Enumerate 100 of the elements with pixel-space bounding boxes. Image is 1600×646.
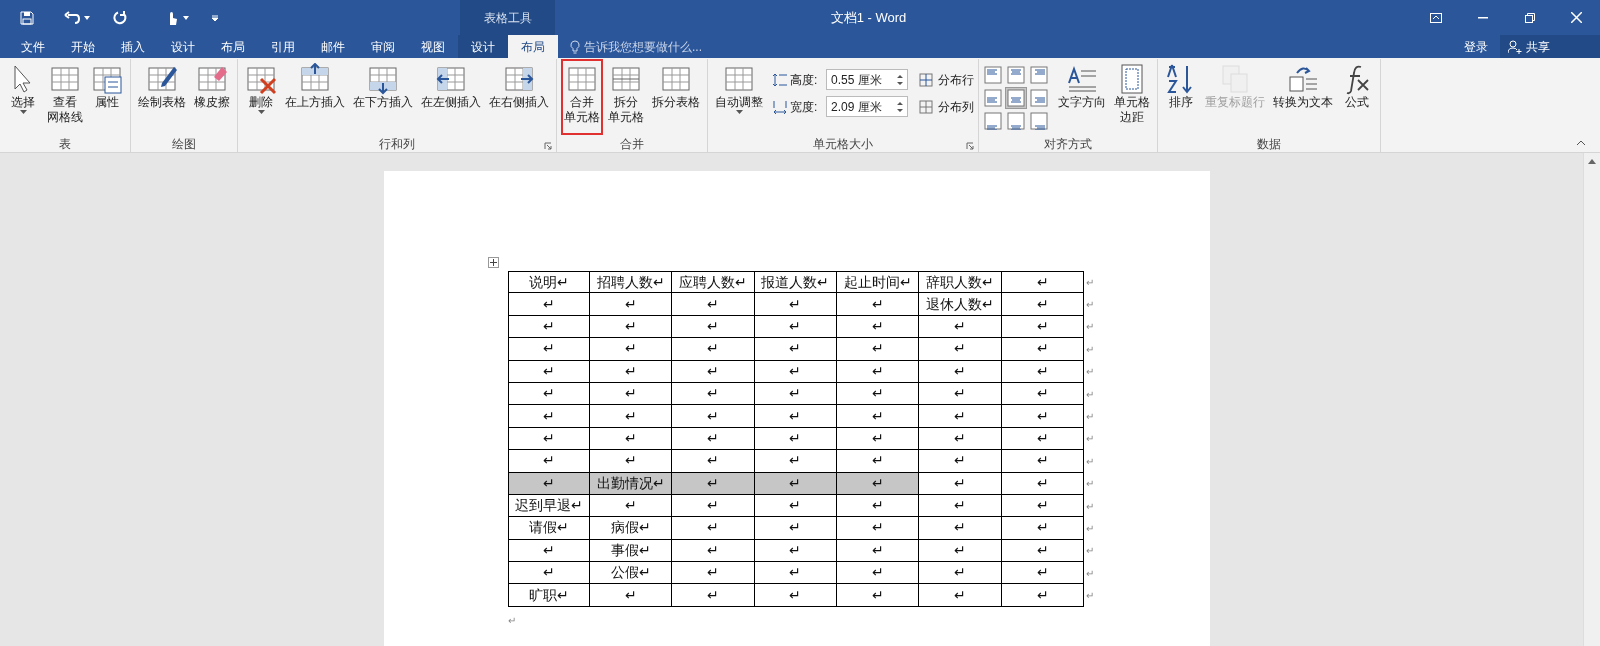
align-button[interactable] [1006, 88, 1026, 108]
table-cell: ↵ [507, 293, 590, 316]
table-cell: 说明↵ [507, 271, 590, 294]
table-cell: ↵ [837, 539, 920, 563]
ribbon-button[interactable]: 排序 [1162, 59, 1200, 135]
person-add-icon [1508, 39, 1522, 54]
table-cell: ↵ [1001, 584, 1085, 607]
table-cell: ↵ [672, 517, 755, 540]
ribbon-tab[interactable]: 视图 [408, 35, 458, 58]
table-cell: 起止时间↵ [837, 271, 920, 294]
ribbon-button[interactable]: 选择 [4, 59, 42, 135]
table-cell: 公假↵ [589, 562, 673, 585]
table-cell: ↵ [837, 427, 920, 451]
ribbon-tab[interactable]: 文件 [8, 35, 58, 58]
save-icon[interactable] [20, 10, 34, 25]
align-button[interactable] [983, 111, 1003, 131]
column-width-icon [772, 98, 788, 115]
ribbon-tab[interactable]: 设计 [158, 35, 208, 58]
ribbon-button[interactable]: 橡皮擦 [191, 59, 233, 135]
redo-icon[interactable] [112, 10, 127, 25]
row-end-mark: ↵ [1086, 477, 1095, 492]
restore-icon [1524, 12, 1535, 23]
ribbon-button[interactable]: 转换为文本 [1270, 59, 1336, 135]
ribbon-button[interactable]: 公式 [1338, 59, 1376, 135]
scroll-up-icon[interactable] [1588, 159, 1596, 164]
collapse-ribbon-icon[interactable] [1576, 140, 1586, 146]
table-move-handle-icon[interactable] [487, 257, 499, 268]
ribbon-tab[interactable]: 引用 [258, 35, 308, 58]
align-button[interactable] [1006, 111, 1026, 131]
row-end-mark: ↵ [1086, 320, 1095, 335]
align-icon [1030, 66, 1048, 84]
ribbon-button[interactable]: 文字方向 [1055, 59, 1109, 135]
row-end-mark: ↵ [1086, 275, 1095, 290]
table-cell: ↵ [837, 382, 920, 406]
ribbon-button[interactable]: 在上方插入 [282, 59, 348, 135]
table-cell: ↵ [837, 450, 920, 473]
dialog-launcher-icon[interactable] [544, 142, 552, 150]
table-cell: ↵ [837, 562, 920, 585]
tell-me-field[interactable]: 告诉我您想要做什么... [584, 37, 844, 56]
table-cell: ↵ [919, 360, 1002, 383]
sign-in-link[interactable]: 登录 [1452, 35, 1500, 58]
table-cell: ↵ [672, 315, 755, 339]
ribbon-tab[interactable]: 布局 [208, 35, 258, 58]
field-label: 宽度: [790, 98, 819, 116]
share-button[interactable]: 共享 [1500, 35, 1600, 58]
table-cell: ↵ [1001, 562, 1085, 585]
ribbon-button[interactable]: 删除 [242, 59, 280, 135]
ribbon-tab[interactable]: 审阅 [358, 35, 408, 58]
ribbon-tab[interactable]: 开始 [58, 35, 108, 58]
table-cell: ↵ [589, 584, 673, 607]
ribbon-tab[interactable]: 邮件 [308, 35, 358, 58]
table-cell: ↵ [754, 584, 838, 607]
contextual-tab-header: 表格工具 [460, 0, 555, 35]
table-cell: ↵ [507, 472, 590, 495]
spin-field[interactable]: 2.09 厘米 [826, 96, 908, 117]
customize-toolbar-icon[interactable] [211, 14, 219, 21]
distribute-button[interactable]: 分布列 [918, 96, 974, 117]
table-cell: ↵ [507, 338, 590, 361]
table-cell: 报道人数↵ [754, 271, 838, 294]
ribbon-button[interactable]: 查看 网格线 [44, 59, 86, 135]
table-cell: ↵ [507, 539, 590, 563]
table-cell: ↵ [919, 562, 1002, 585]
table-cell: ↵ [507, 405, 590, 428]
undo-icon[interactable] [64, 10, 80, 25]
ribbon-button[interactable]: 在下方插入 [350, 59, 416, 135]
caret-icon [19, 110, 27, 114]
spin-field[interactable]: 0.55 厘米 [826, 69, 908, 90]
table-cell: ↵ [919, 382, 1002, 406]
ribbon-tab[interactable]: 布局 [508, 35, 558, 58]
table-cell: ↵ [919, 584, 1002, 607]
table-cell: ↵ [837, 360, 920, 383]
group-label: 对齐方式 [1044, 136, 1092, 153]
table-cell: ↵ [837, 472, 920, 495]
row-end-mark: ↵ [1086, 410, 1095, 425]
align-icon [1007, 112, 1025, 130]
caret-icon[interactable] [84, 15, 90, 20]
table-cell: ↵ [507, 450, 590, 473]
ribbon-button[interactable]: 单元格 边距 [1111, 59, 1153, 135]
ribbon-button[interactable]: 自动调整 [712, 59, 766, 135]
dialog-launcher-icon[interactable] [966, 142, 974, 150]
ribbon-button[interactable]: 合并 单元格 [561, 59, 603, 135]
table-cell: ↵ [672, 405, 755, 428]
ribbon-tab[interactable]: 插入 [108, 35, 158, 58]
ribbon-button[interactable]: 绘制表格 [135, 59, 189, 135]
distribute-button[interactable]: 分布行 [918, 69, 974, 90]
ribbon-button[interactable]: 拆分表格 [649, 59, 703, 135]
ribbon-tab[interactable]: 设计 [458, 35, 508, 58]
caret-icon [257, 110, 265, 114]
ribbon-button[interactable]: 在左侧插入 [418, 59, 484, 135]
caret-icon[interactable] [183, 15, 189, 20]
ribbon-button[interactable]: 属性 [88, 59, 126, 135]
table-cell: ↵ [507, 382, 590, 406]
close-icon [1571, 12, 1582, 23]
ribbon-button[interactable]: 拆分 单元格 [605, 59, 647, 135]
table-cell: 退休人数↵ [919, 293, 1002, 316]
table-cell: ↵ [754, 293, 838, 316]
table-cell: ↵ [919, 338, 1002, 361]
align-button[interactable] [1029, 111, 1049, 131]
table-cell: 招聘人数↵ [589, 271, 673, 294]
ribbon-button[interactable]: 在右侧插入 [486, 59, 552, 135]
